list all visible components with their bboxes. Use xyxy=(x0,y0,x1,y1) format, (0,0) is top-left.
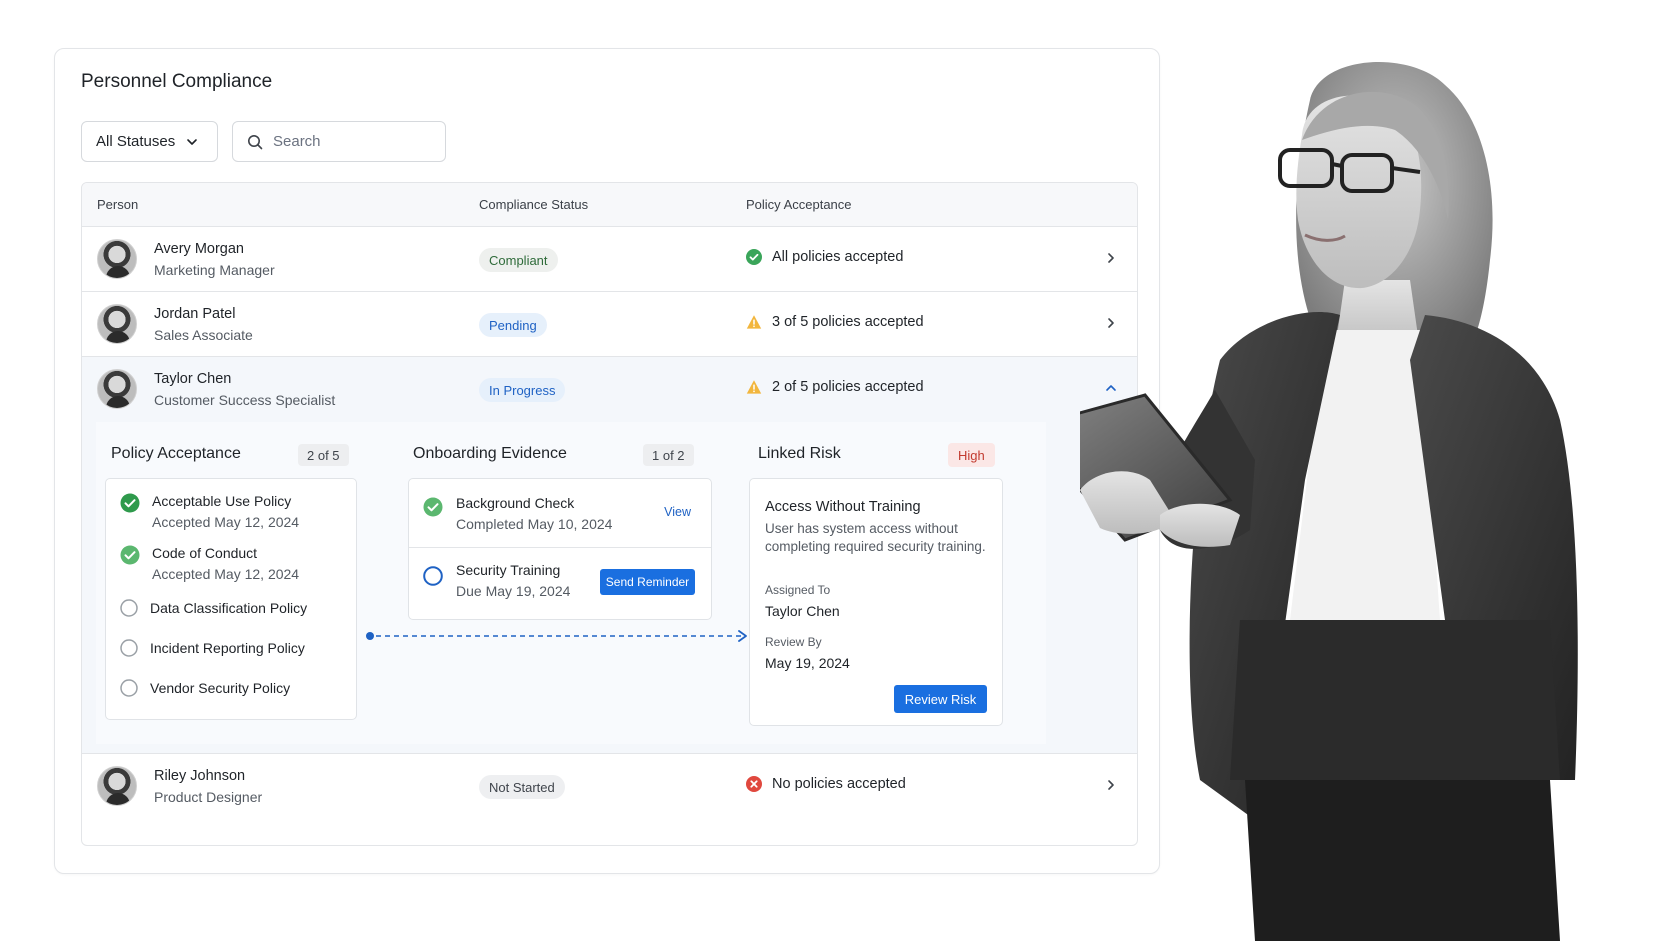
avatar xyxy=(97,369,137,409)
table-row[interactable]: Jordan Patel Sales Associate Pending 3 o… xyxy=(82,292,1137,357)
warning-icon xyxy=(746,380,762,394)
avatar xyxy=(97,239,137,279)
policy-item[interactable]: Vendor Security Policy xyxy=(120,679,290,697)
policy-acceptance-text: No policies accepted xyxy=(772,776,906,792)
policy-acceptance-text: 3 of 5 policies accepted xyxy=(772,314,924,330)
policy-name: Vendor Security Policy xyxy=(150,680,291,696)
table-row[interactable]: Riley Johnson Product Designer Not Start… xyxy=(82,754,1137,819)
person-role: Marketing Manager xyxy=(154,262,275,278)
header-person: Person xyxy=(97,197,139,212)
evidence-detail: Due May 19, 2024 xyxy=(456,583,571,599)
onboarding-count-pill: 1 of 2 xyxy=(643,444,694,466)
send-reminder-button[interactable]: Send Reminder xyxy=(600,569,695,595)
assigned-to-label: Assigned To xyxy=(765,583,831,597)
linked-risk-panel: Access Without Training User has system … xyxy=(749,478,1003,726)
expanded-details: Policy Acceptance 2 of 5 Acceptable Use … xyxy=(82,422,1137,754)
onboarding-panel: Background Check Completed May 10, 2024 … xyxy=(408,478,712,620)
policy-acceptance-summary: 3 of 5 policies accepted xyxy=(746,314,924,330)
search-icon xyxy=(248,134,263,149)
view-evidence-link[interactable]: View xyxy=(664,505,691,519)
evidence-item: Security Training Due May 19, 2024 Send … xyxy=(409,548,711,620)
policy-name: Code of Conduct xyxy=(152,545,258,561)
empty-circle-icon xyxy=(120,599,138,617)
chevron-down-icon xyxy=(187,138,198,145)
policy-name: Acceptable Use Policy xyxy=(152,493,292,509)
person-name: Jordan Patel xyxy=(154,306,236,322)
evidence-item: Background Check Completed May 10, 2024 … xyxy=(409,479,711,547)
evidence-detail: Completed May 10, 2024 xyxy=(456,516,613,532)
expanded-details-inner: Policy Acceptance 2 of 5 Acceptable Use … xyxy=(96,422,1046,744)
policy-acceptance-summary: No policies accepted xyxy=(746,776,906,792)
risk-description-line1: User has system access without xyxy=(765,521,958,536)
error-circle-icon xyxy=(746,776,762,792)
policy-item[interactable]: Code of Conduct Accepted May 12, 2024 xyxy=(120,545,299,582)
empty-circle-icon xyxy=(120,639,138,657)
compliance-card: Personnel Compliance All Statuses Person… xyxy=(54,48,1160,874)
policy-acceptance-text: 2 of 5 policies accepted xyxy=(772,379,924,395)
status-filter-dropdown[interactable]: All Statuses xyxy=(81,121,218,162)
status-badge: Compliant xyxy=(479,248,558,272)
policy-item[interactable]: Data Classification Policy xyxy=(120,599,307,617)
evidence-name: Security Training xyxy=(456,562,561,578)
search-input[interactable] xyxy=(273,133,423,150)
check-circle-icon xyxy=(423,497,443,517)
person-name: Riley Johnson xyxy=(154,768,246,784)
policy-name: Incident Reporting Policy xyxy=(150,640,305,656)
policy-acceptance-text: All policies accepted xyxy=(772,249,904,265)
policy-detail: Accepted May 12, 2024 xyxy=(152,514,300,530)
check-circle-icon xyxy=(746,249,762,265)
table-header: Person Compliance Status Policy Acceptan… xyxy=(82,183,1137,227)
risk-description-line2: completing required security training. xyxy=(765,539,986,554)
search-box[interactable] xyxy=(232,121,446,162)
evidence-name: Background Check xyxy=(456,495,575,511)
review-by-value: May 19, 2024 xyxy=(765,655,850,671)
header-compliance-status: Compliance Status xyxy=(479,197,589,212)
person-role: Product Designer xyxy=(154,789,263,805)
policy-detail: Accepted May 12, 2024 xyxy=(152,566,300,582)
status-badge: In Progress xyxy=(479,378,566,402)
review-risk-button[interactable]: Review Risk xyxy=(894,685,987,713)
woman-with-tablet-photo xyxy=(1080,62,1578,941)
policy-list-panel: Acceptable Use Policy Accepted May 12, 20… xyxy=(105,478,357,720)
check-circle-icon xyxy=(120,493,140,513)
avatar xyxy=(97,766,137,806)
review-by-label: Review By xyxy=(765,635,822,649)
risk-title: Access Without Training xyxy=(765,499,921,515)
table-row[interactable]: Avery Morgan Marketing Manager Compliant… xyxy=(82,227,1137,292)
check-circle-icon xyxy=(120,545,140,565)
table-row-expanded[interactable]: Taylor Chen Customer Success Specialist … xyxy=(82,357,1137,422)
policy-acceptance-title: Policy Acceptance xyxy=(111,445,241,462)
status-badge: Pending xyxy=(479,313,547,337)
avatar xyxy=(97,304,137,344)
person-role: Customer Success Specialist xyxy=(154,392,336,408)
status-badge: Not Started xyxy=(479,775,565,799)
warning-icon xyxy=(746,315,762,329)
policy-item[interactable]: Acceptable Use Policy Accepted May 12, 20… xyxy=(120,493,299,530)
person-role: Sales Associate xyxy=(154,327,253,343)
policy-name: Data Classification Policy xyxy=(150,600,308,616)
policy-acceptance-summary: All policies accepted xyxy=(746,249,903,265)
onboarding-evidence-title: Onboarding Evidence xyxy=(413,445,567,462)
risk-severity-badge: High xyxy=(948,443,995,467)
policy-acceptance-summary: 2 of 5 policies accepted xyxy=(746,379,924,395)
empty-circle-icon xyxy=(120,679,138,697)
status-filter-label: All Statuses xyxy=(96,133,176,150)
person-name: Taylor Chen xyxy=(154,371,232,387)
linked-risk-title: Linked Risk xyxy=(758,445,841,462)
policy-item[interactable]: Incident Reporting Policy xyxy=(120,639,305,657)
page-title: Personnel Compliance xyxy=(81,71,273,92)
assigned-to-value: Taylor Chen xyxy=(765,603,840,619)
header-policy-acceptance: Policy Acceptance xyxy=(746,197,852,212)
personnel-table: Person Compliance Status Policy Acceptan… xyxy=(81,182,1138,846)
empty-circle-icon xyxy=(423,566,443,586)
person-name: Avery Morgan xyxy=(154,241,244,257)
policy-count-pill: 2 of 5 xyxy=(298,444,349,466)
